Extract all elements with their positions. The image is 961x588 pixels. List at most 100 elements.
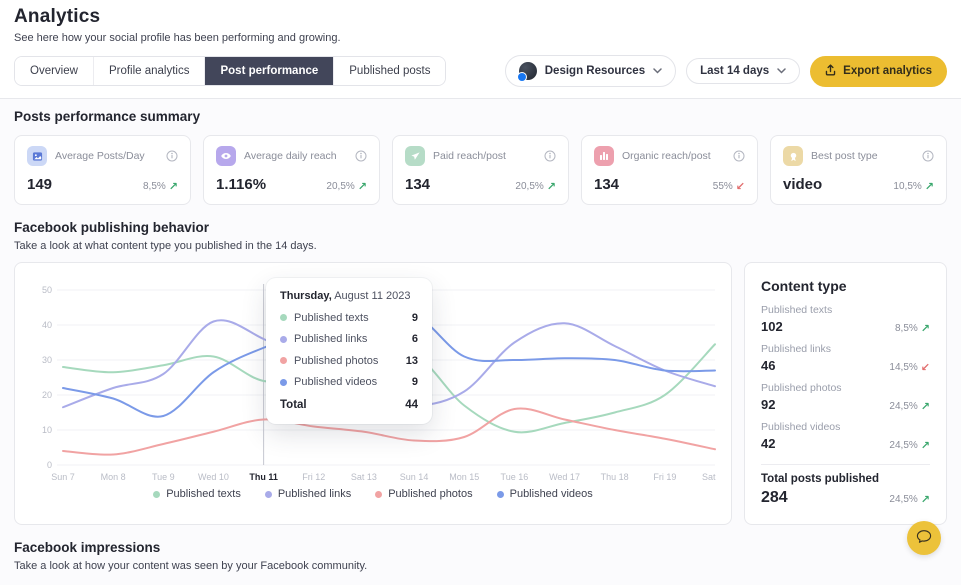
trend-arrow-icon: ↗ [921,439,930,452]
publishing-heading: Facebook publishing behavior [14,220,947,235]
kpi-label: Paid reach/post [433,150,536,162]
tab-overview[interactable]: Overview [15,57,94,85]
info-icon[interactable] [544,150,556,162]
page-body: Posts performance summary Average Posts/… [0,98,961,585]
trend-arrow-icon: ↗ [921,322,930,335]
content-type-row: Published photos 9224,5%↗ [761,382,930,413]
svg-text:40: 40 [42,320,52,330]
kpi-value: 149 [27,176,52,193]
kpi-delta: 20,5%↗ [515,180,556,193]
svg-text:Fri 12: Fri 12 [302,472,325,482]
svg-text:Sat 13: Sat 13 [351,472,377,482]
publishing-section: Facebook publishing behavior Take a look… [14,220,947,525]
kpi-card-daily-reach: Average daily reach 1.116% 20,5%↗ [203,135,380,205]
page-subtitle: See here how your social profile has bee… [14,32,947,44]
kpi-label: Average daily reach [244,150,347,162]
info-icon[interactable] [922,150,934,162]
content-type-total-label: Total posts published [761,473,930,485]
analytics-tabs: Overview Profile analytics Post performa… [14,56,446,86]
publishing-chart-card: 01020304050Sun 7Mon 8Tue 9Wed 10Thu 11Fr… [14,262,732,525]
impressions-subtitle: Take a look at how your content was seen… [14,560,947,572]
analytics-page: Analytics See here how your social profi… [0,0,961,588]
trend-arrow-icon: ↗ [358,180,367,193]
svg-text:Sun 14: Sun 14 [400,472,429,482]
date-range-label: Last 14 days [700,65,769,77]
export-icon [825,64,836,79]
trend-arrow-icon: ↗ [921,493,930,506]
kpi-label: Organic reach/post [622,150,725,162]
profile-avatar [519,62,537,80]
chart-tooltip: Thursday, August 11 2023 Published texts… [266,278,432,424]
date-range-selector[interactable]: Last 14 days [686,58,800,84]
svg-text:Wed 10: Wed 10 [198,472,229,482]
svg-text:Tue 16: Tue 16 [501,472,529,482]
tab-post-performance[interactable]: Post performance [205,57,334,85]
svg-text:Mon 15: Mon 15 [449,472,479,482]
kpi-delta: 8,5%↗ [143,180,178,193]
kpi-delta: 20,5%↗ [326,180,367,193]
content-type-total: 284 24,5%↗ [761,489,930,507]
content-type-row: Published videos 4224,5%↗ [761,421,930,452]
info-icon[interactable] [733,150,745,162]
svg-text:10: 10 [42,425,52,435]
kpi-delta: 10,5%↗ [893,180,934,193]
trend-arrow-icon: ↙ [736,180,745,193]
series-dot [280,336,287,343]
chevron-down-icon [777,65,786,77]
legend-item-texts[interactable]: Published texts [153,488,241,500]
tooltip-row: Published photos13 [280,355,418,367]
series-dot [497,491,504,498]
series-dot [280,379,287,386]
kpi-card-average-posts: Average Posts/Day 149 8,5%↗ [14,135,191,205]
kpi-label: Average Posts/Day [55,150,158,162]
page-title: Analytics [14,6,947,28]
export-analytics-label: Export analytics [843,65,932,77]
eye-icon [216,146,236,166]
svg-text:30: 30 [42,355,52,365]
svg-text:Mon 8: Mon 8 [101,472,126,482]
profile-selector-label: Design Resources [545,65,645,77]
series-dot [375,491,382,498]
kpi-card-organic-reach: Organic reach/post 134 55%↙ [581,135,758,205]
tooltip-row: Published videos9 [280,376,418,388]
tab-profile-analytics[interactable]: Profile analytics [94,57,206,85]
kpi-value: 134 [594,176,619,193]
info-icon[interactable] [166,150,178,162]
content-type-heading: Content type [761,278,930,294]
impressions-heading: Facebook impressions [14,540,947,555]
svg-text:Wed 17: Wed 17 [549,472,580,482]
series-dot [153,491,160,498]
trend-arrow-icon: ↗ [925,180,934,193]
svg-text:Thu 11: Thu 11 [249,472,278,482]
summary-heading: Posts performance summary [14,109,947,124]
chart-legend: Published texts Published links Publishe… [29,488,717,500]
toolbar: Overview Profile analytics Post performa… [14,55,947,98]
chat-button[interactable] [907,521,941,555]
legend-item-photos[interactable]: Published photos [375,488,472,500]
svg-text:0: 0 [47,460,52,470]
legend-item-videos[interactable]: Published videos [497,488,593,500]
tab-published-posts[interactable]: Published posts [334,57,445,85]
tooltip-total: Total44 [280,399,418,411]
tooltip-row: Published texts9 [280,312,418,324]
kpi-delta: 55%↙ [713,180,745,193]
legend-item-links[interactable]: Published links [265,488,351,500]
profile-selector[interactable]: Design Resources [505,55,676,87]
posts-icon [27,146,47,166]
svg-text:Sun 7: Sun 7 [51,472,75,482]
bar-chart-icon [594,146,614,166]
content-type-row: Published links 4614,5%↙ [761,343,930,374]
export-analytics-button[interactable]: Export analytics [810,56,947,87]
trend-arrow-icon: ↙ [921,361,930,374]
svg-text:Tue 9: Tue 9 [152,472,175,482]
trend-arrow-icon: ↗ [547,180,556,193]
kpi-value: 134 [405,176,430,193]
publishing-subtitle: Take a look at what content type you pub… [14,240,947,252]
info-icon[interactable] [355,150,367,162]
tooltip-date: Thursday, August 11 2023 [280,290,418,302]
kpi-card-paid-reach: Paid reach/post 134 20,5%↗ [392,135,569,205]
content-type-row: Published texts 1028,5%↗ [761,304,930,335]
trend-arrow-icon: ↗ [169,180,178,193]
impressions-section: Facebook impressions Take a look at how … [14,540,947,572]
series-dot [265,491,272,498]
